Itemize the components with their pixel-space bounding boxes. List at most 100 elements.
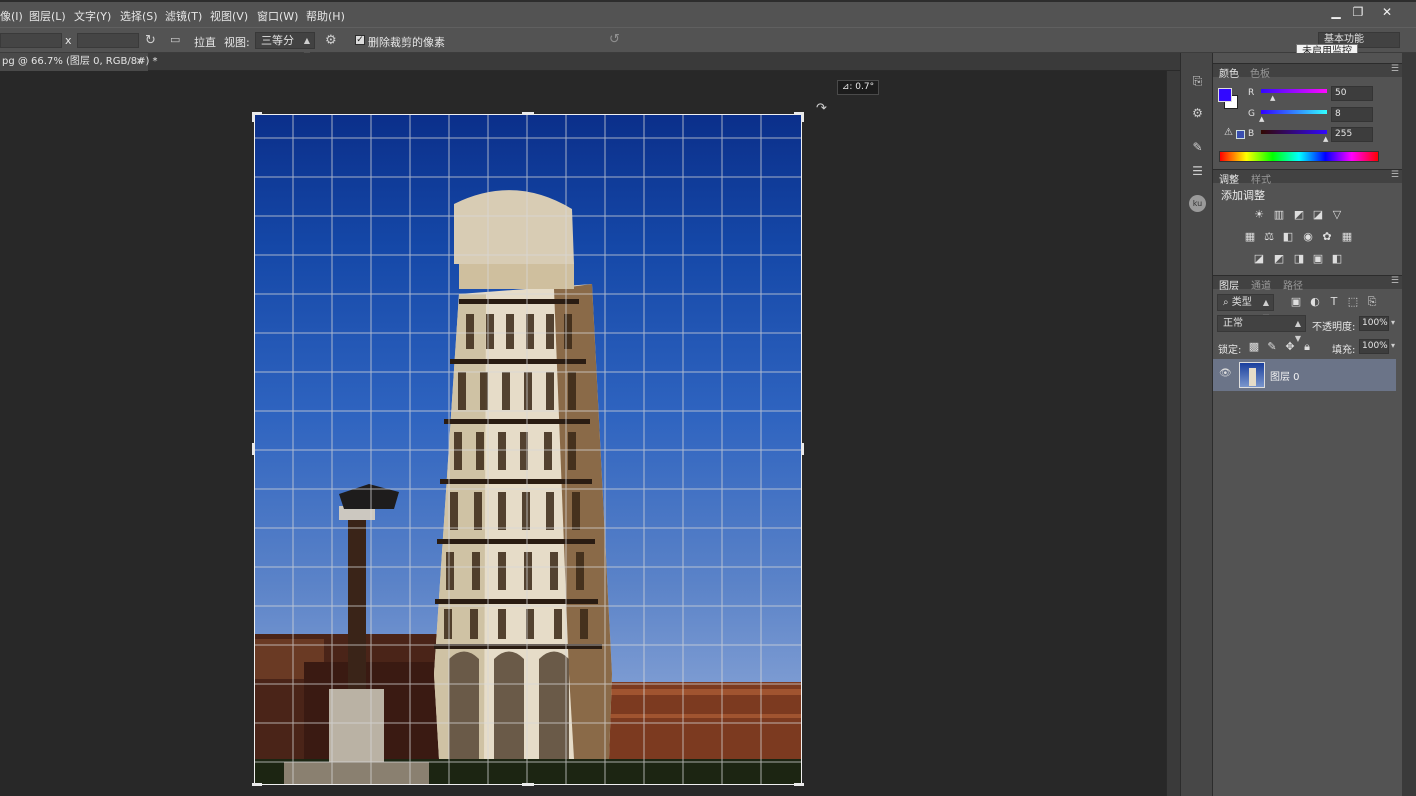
lock-all-icon[interactable]: 🔒︎ [1300, 340, 1314, 354]
layer-row[interactable]: 👁︎ 图层 0 [1213, 359, 1396, 391]
tab-color[interactable]: 颜色 [1219, 65, 1239, 80]
opacity-dropdown-icon[interactable]: ▾ [1391, 318, 1395, 327]
crop-handle-top[interactable] [522, 112, 534, 115]
ratio-height-field[interactable] [77, 33, 139, 48]
panel-menu-icon[interactable]: ☰ [1391, 276, 1399, 286]
close-window-icon[interactable]: ✕ [1376, 5, 1398, 21]
tab-channels[interactable]: 通道 [1251, 277, 1271, 292]
straighten-label[interactable]: 拉直 [194, 34, 216, 50]
view-overlay-dropdown[interactable]: 三等分 ▲▼ [255, 32, 315, 60]
crop-handle-top-right-v[interactable] [801, 112, 804, 122]
blue-slider-thumb[interactable]: ▲ [1323, 135, 1328, 143]
options-bar: x ↻ ▭ 拉直 视图: 三等分 ▲▼ ⚙ ✓ 删除裁剪的像素 ↺ [0, 27, 1416, 60]
menu-window[interactable]: 窗口(W) [257, 8, 298, 24]
document-tab[interactable]: pg @ 66.7% (图层 0, RGB/8#) * × [0, 53, 158, 71]
blue-value-field[interactable]: 255 [1331, 127, 1373, 142]
eye-icon[interactable]: 👁︎ [1219, 368, 1232, 379]
blend-mode-dropdown[interactable]: 正常 ▲ ▼ [1217, 315, 1306, 343]
color-balance-icon[interactable]: ⚖ [1262, 230, 1276, 244]
tab-adjustments[interactable]: 调整 [1219, 171, 1239, 186]
crop-handle-bottom-left[interactable] [252, 783, 262, 786]
color-lookup-icon[interactable]: ▦ [1340, 230, 1354, 244]
channel-mixer-icon[interactable]: ✿ [1320, 230, 1334, 244]
opacity-field[interactable]: 100% [1359, 316, 1389, 331]
brightness-icon[interactable]: ☀ [1252, 208, 1266, 222]
lock-position-icon[interactable]: ✥ [1283, 340, 1297, 354]
ratio-width-field[interactable] [0, 33, 62, 48]
exposure-icon[interactable]: ◪ [1311, 208, 1325, 222]
reset-icon[interactable]: ↺ [609, 32, 620, 47]
sliders-icon[interactable]: ☰ [1189, 163, 1206, 180]
crop-handle-right[interactable] [801, 443, 804, 455]
green-value-field[interactable]: 8 [1331, 107, 1373, 122]
delete-pixels-checkbox[interactable]: ✓ [355, 35, 365, 45]
properties-icon[interactable]: ⚙ [1189, 105, 1206, 122]
red-slider-thumb[interactable]: ▲ [1270, 94, 1275, 102]
crop-handle-left[interactable] [252, 443, 255, 455]
gear-icon[interactable]: ⚙ [325, 33, 337, 48]
web-color-icon[interactable] [1236, 130, 1245, 139]
close-tab-icon[interactable]: × [136, 53, 144, 71]
levels-icon[interactable]: ▥ [1272, 208, 1286, 222]
curves-icon[interactable]: ◩ [1292, 208, 1306, 222]
canvas-vertical-scrollbar[interactable] [1166, 71, 1180, 796]
menu-select[interactable]: 选择(S) [120, 8, 158, 24]
filter-smart-object-icon[interactable]: ⎘ [1365, 295, 1379, 309]
filter-pixel-icon[interactable]: ▣ [1289, 295, 1303, 309]
layer-filter-dropdown[interactable]: ⌕ 类型 ▲▼ [1217, 294, 1274, 322]
crop-handle-top-left-v[interactable] [252, 112, 255, 122]
lock-transparent-icon[interactable]: ▩ [1247, 340, 1261, 354]
ratio-separator: x [65, 34, 72, 47]
menu-view[interactable]: 视图(V) [210, 8, 248, 24]
brush-icon[interactable]: ✎ [1189, 139, 1206, 156]
tab-paths[interactable]: 路径 [1283, 277, 1303, 292]
gamut-warning-icon[interactable]: ⚠ [1224, 127, 1233, 138]
panel-menu-icon[interactable]: ☰ [1391, 64, 1399, 74]
invert-icon[interactable]: ◪ [1252, 252, 1266, 266]
filter-shape-icon[interactable]: ⬚ [1346, 295, 1360, 309]
threshold-icon[interactable]: ◨ [1292, 252, 1306, 266]
fill-dropdown-icon[interactable]: ▾ [1391, 341, 1395, 350]
gradient-map-icon[interactable]: ◧ [1330, 252, 1344, 266]
black-white-icon[interactable]: ◧ [1281, 230, 1295, 244]
color-spectrum-bar[interactable] [1219, 151, 1379, 162]
layers-panel-tabs: 图层 通道 路径 ☰ [1213, 275, 1402, 292]
tab-swatches[interactable]: 色板 [1250, 65, 1270, 80]
green-slider-thumb[interactable]: ▲ [1259, 115, 1264, 123]
selective-color-icon[interactable]: ▣ [1311, 252, 1325, 266]
filter-type-icon[interactable]: T [1327, 295, 1341, 309]
panel-menu-icon[interactable]: ☰ [1391, 170, 1399, 180]
red-value-field[interactable]: 50 [1331, 86, 1373, 101]
menu-layer[interactable]: 图层(L) [29, 8, 66, 24]
ku-icon[interactable]: ku [1189, 195, 1206, 212]
panel-scrollbar[interactable] [1402, 53, 1416, 796]
vibrance-icon[interactable]: ▽ [1330, 208, 1344, 222]
menu-type[interactable]: 文字(Y) [74, 8, 111, 24]
menu-filter[interactable]: 滤镜(T) [165, 8, 202, 24]
blue-label: B [1248, 129, 1255, 139]
fill-label: 填充: [1332, 345, 1356, 356]
green-slider[interactable] [1261, 110, 1327, 114]
fill-field[interactable]: 100% [1359, 339, 1389, 354]
photo-filter-icon[interactable]: ◉ [1301, 230, 1315, 244]
foreground-color-swatch[interactable] [1218, 88, 1232, 102]
minimize-icon[interactable]: ▁ [1325, 5, 1347, 21]
lock-image-icon[interactable]: ✎ [1265, 340, 1279, 354]
layer-name[interactable]: 图层 0 [1270, 368, 1300, 383]
straighten-icon[interactable]: ▭ [170, 33, 180, 46]
filter-adjustment-icon[interactable]: ◐ [1308, 295, 1322, 309]
menu-image[interactable]: 像(I) [0, 8, 23, 24]
tab-styles[interactable]: 样式 [1251, 171, 1271, 186]
swap-ratio-icon[interactable]: ↻ [145, 33, 156, 48]
blue-slider[interactable] [1261, 130, 1327, 134]
crop-handle-bottom[interactable] [522, 783, 534, 786]
document-image[interactable] [254, 114, 802, 785]
hue-saturation-icon[interactable]: ▦ [1243, 230, 1257, 244]
posterize-icon[interactable]: ◩ [1272, 252, 1286, 266]
restore-icon[interactable]: ❐ [1347, 5, 1369, 21]
tab-layers[interactable]: 图层 [1219, 277, 1239, 292]
history-icon[interactable]: ⎘ [1189, 73, 1206, 90]
red-slider[interactable] [1261, 89, 1327, 93]
menu-help[interactable]: 帮助(H) [306, 8, 345, 24]
crop-handle-bottom-right[interactable] [794, 783, 804, 786]
